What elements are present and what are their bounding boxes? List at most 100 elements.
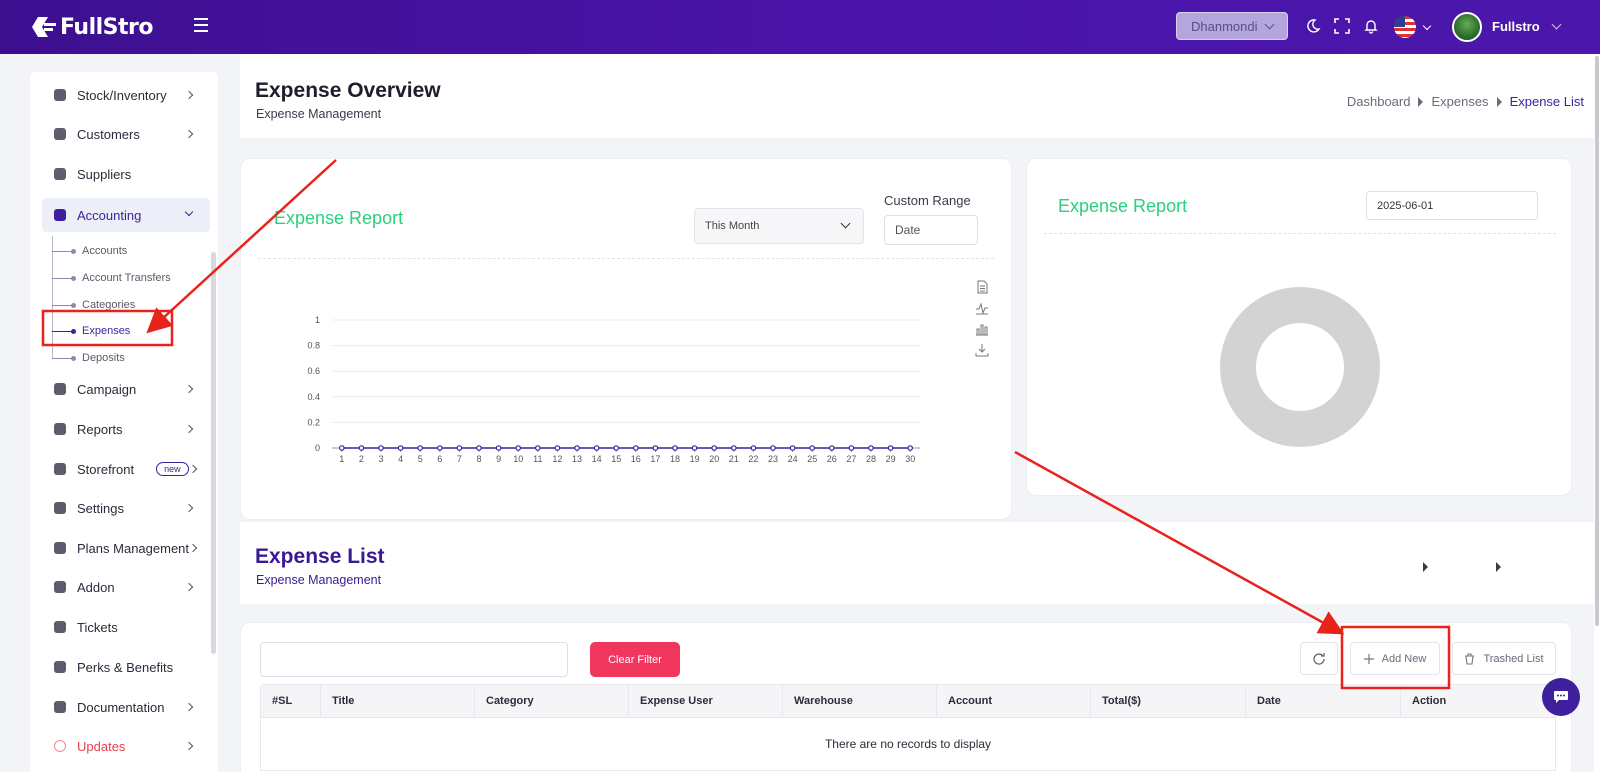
avatar[interactable] — [1452, 12, 1482, 42]
moon-icon[interactable] — [1305, 18, 1321, 34]
data-point[interactable] — [711, 445, 718, 451]
period-select[interactable]: This Month — [694, 208, 864, 244]
sidebar-item-updates[interactable]: Updates — [42, 729, 210, 763]
column-header-account[interactable]: Account — [937, 685, 1091, 717]
data-point[interactable] — [358, 445, 365, 451]
data-point[interactable] — [730, 445, 737, 451]
language-chevron-icon[interactable] — [1422, 21, 1432, 31]
data-point[interactable] — [534, 445, 541, 451]
sidebar-item-label: Updates — [77, 738, 126, 754]
data-point[interactable] — [691, 445, 698, 451]
column-header-title[interactable]: Title — [321, 685, 475, 717]
sidebar-item-reports[interactable]: Reports — [42, 412, 210, 446]
sidebar-item-plans-management[interactable]: Plans Management — [42, 531, 210, 565]
table-header-row: #SL Title Category Expense User Warehous… — [261, 685, 1555, 718]
sidebar-item-storefront[interactable]: Storefront new — [42, 452, 210, 486]
sidebar-item-stock-inventory[interactable]: Stock/Inventory — [42, 78, 210, 112]
date-range-input[interactable]: Date — [884, 215, 978, 245]
data-point[interactable] — [848, 445, 855, 451]
chat-button[interactable] — [1542, 678, 1580, 716]
data-point[interactable] — [554, 445, 561, 451]
data-point[interactable] — [887, 445, 894, 451]
data-point[interactable] — [417, 445, 424, 451]
branch-select[interactable]: Dhanmondi — [1176, 12, 1288, 40]
username[interactable]: Fullstro — [1492, 19, 1540, 34]
download-icon[interactable] — [975, 343, 989, 357]
donut-card-title: Expense Report — [1058, 196, 1188, 216]
sidebar-item-campaign[interactable]: Campaign — [42, 372, 210, 406]
menu-toggle-button[interactable] — [194, 18, 214, 36]
data-point[interactable] — [613, 445, 620, 451]
data-point[interactable] — [339, 445, 345, 451]
sidebar-item-documentation[interactable]: Documentation — [42, 690, 210, 724]
fullscreen-icon[interactable] — [1334, 18, 1350, 34]
data-point[interactable] — [397, 445, 404, 451]
x-tick-label: 9 — [496, 454, 501, 464]
period-value: This Month — [705, 220, 760, 232]
data-point[interactable] — [828, 445, 835, 451]
data-point[interactable] — [868, 445, 874, 451]
sidebar-item-customers[interactable]: Customers — [42, 117, 210, 151]
us-flag-icon[interactable] — [1394, 16, 1416, 38]
data-point[interactable] — [809, 445, 816, 451]
page-subtitle: Expense Management — [256, 107, 382, 121]
data-point[interactable] — [750, 445, 757, 451]
data-point[interactable] — [632, 445, 639, 451]
document-icon[interactable] — [975, 280, 989, 294]
bar-chart-icon[interactable] — [975, 322, 989, 336]
data-point[interactable] — [770, 445, 776, 451]
sidebar-subitem-account-transfers[interactable]: Account Transfers — [52, 267, 171, 289]
sidebar-subitem-categories[interactable]: Categories — [52, 294, 135, 316]
column-header-total[interactable]: Total($) — [1091, 685, 1246, 717]
sidebar-item-settings[interactable]: Settings — [42, 491, 210, 525]
sidebar-subitem-deposits[interactable]: Deposits — [52, 347, 125, 369]
data-point[interactable] — [672, 445, 678, 451]
x-tick-label: 5 — [418, 454, 423, 464]
data-point[interactable] — [907, 445, 914, 451]
addon-icon — [54, 581, 66, 593]
data-point[interactable] — [789, 445, 796, 451]
breadcrumb-expenses[interactable]: Expenses — [1431, 94, 1488, 109]
column-header-sl[interactable]: #SL — [261, 685, 321, 717]
sidebar-item-label: Perks & Benefits — [77, 659, 174, 675]
sidebar-item-accounting[interactable]: Accounting — [42, 198, 210, 232]
x-tick-label: 29 — [886, 454, 896, 464]
sidebar-item-label: Tickets — [77, 619, 118, 635]
bell-icon[interactable] — [1363, 18, 1379, 34]
x-tick-label: 8 — [476, 454, 481, 464]
search-input[interactable] — [260, 642, 568, 677]
x-tick-label: 24 — [788, 454, 798, 464]
sidebar-subitem-expenses[interactable]: Expenses — [52, 320, 130, 342]
sidebar-item-suppliers[interactable]: Suppliers — [42, 157, 210, 191]
data-point[interactable] — [437, 445, 443, 451]
report-date-input[interactable]: 2025-06-01 — [1366, 191, 1538, 220]
add-new-button[interactable]: Add New — [1350, 642, 1440, 675]
data-point[interactable] — [574, 445, 580, 451]
data-point[interactable] — [476, 445, 482, 451]
clear-filter-button[interactable]: Clear Filter — [590, 642, 680, 677]
data-point[interactable] — [378, 445, 384, 451]
refresh-button[interactable] — [1300, 642, 1338, 675]
breadcrumb-dashboard[interactable]: Dashboard — [1347, 94, 1411, 109]
sidebar-scrollbar[interactable] — [211, 252, 216, 654]
chevron-right-icon — [184, 741, 194, 751]
data-point[interactable] — [456, 445, 463, 451]
line-chart-icon[interactable] — [975, 301, 989, 315]
data-point[interactable] — [593, 445, 600, 451]
data-point[interactable] — [515, 445, 522, 451]
sidebar-item-perks-benefits[interactable]: Perks & Benefits — [42, 650, 210, 684]
column-header-category[interactable]: Category — [475, 685, 629, 717]
column-header-date[interactable]: Date — [1246, 685, 1401, 717]
sidebar-item-tickets[interactable]: Tickets — [42, 610, 210, 644]
data-point[interactable] — [495, 445, 502, 451]
page-scrollbar[interactable] — [1594, 54, 1600, 772]
trashed-list-button[interactable]: Trashed List — [1452, 642, 1556, 675]
sidebar-subitem-accounts[interactable]: Accounts — [52, 240, 127, 262]
column-header-expense-user[interactable]: Expense User — [629, 685, 783, 717]
column-header-warehouse[interactable]: Warehouse — [783, 685, 937, 717]
sidebar-item-addon[interactable]: Addon — [42, 570, 210, 604]
logo[interactable]: FullStro — [30, 12, 154, 42]
data-point[interactable] — [652, 445, 659, 451]
breadcrumb-expense-list: Expense List — [1509, 94, 1584, 109]
user-menu-chevron-icon[interactable] — [1551, 19, 1562, 30]
